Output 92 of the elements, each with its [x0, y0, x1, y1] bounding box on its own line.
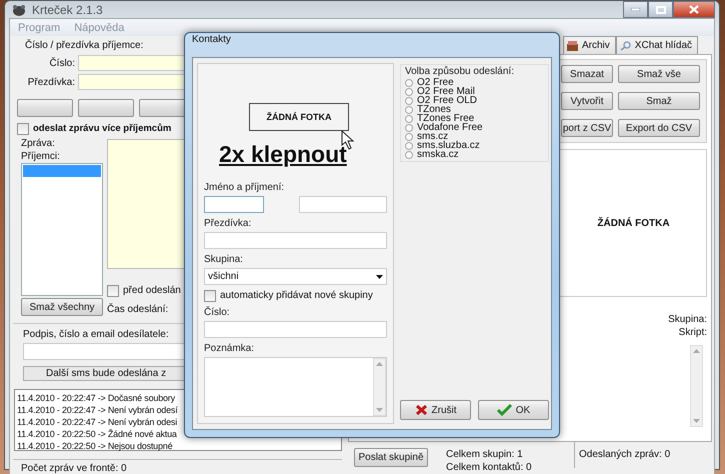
recipients-list[interactable]	[21, 163, 103, 296]
group-label: Skupina:	[204, 253, 243, 266]
group-label: Skupina:	[668, 313, 707, 326]
action-button[interactable]: Smaž	[618, 92, 700, 110]
log-line: 11.4.2010 - 20:22:50 -> Nejsou dostupné	[17, 440, 172, 452]
dropdown-arrow-icon	[376, 274, 383, 278]
clear-all-button[interactable]: Smaž všechny	[21, 298, 103, 316]
radio-button[interactable]	[405, 96, 413, 104]
action-button[interactable]: port z CSV	[561, 119, 613, 137]
method-option: sms.sluzba.cz	[417, 141, 480, 150]
checkbox[interactable]	[107, 284, 119, 296]
first-name-field[interactable]	[204, 196, 264, 213]
blank-button[interactable]	[78, 99, 134, 117]
ok-button[interactable]: OK	[478, 400, 549, 420]
method-option: smska.cz	[417, 150, 459, 159]
note-label: Poznámka:	[204, 342, 254, 355]
log-line: 11.4.2010 - 20:22:47 -> Není vybrán odesí	[17, 404, 178, 416]
no-photo-text: ŽÁDNÁ FOTKA	[596, 218, 671, 228]
tab[interactable]: Archiv	[563, 36, 616, 54]
method-option: sms.cz	[417, 132, 448, 141]
sent-count: Odeslaných zpráv: 0	[579, 448, 670, 461]
method-option: O2 Free Mail	[417, 87, 475, 96]
script-label: Skript:	[678, 326, 707, 339]
close-button[interactable]	[673, 1, 715, 18]
checkbox[interactable]	[17, 122, 29, 134]
window-title: Krteček 2.1.3	[32, 2, 104, 16]
scrollbar[interactable]	[373, 358, 386, 416]
stat-text: Celkem skupin: 1	[446, 448, 523, 461]
checkbox[interactable]	[204, 290, 216, 302]
radio-button[interactable]	[405, 114, 413, 122]
name-label: Jméno a příjmení:	[204, 181, 284, 194]
maximize-icon	[656, 6, 666, 14]
scroll-down-icon[interactable]	[693, 419, 700, 423]
nickname-label: Přezdívka:	[204, 217, 252, 230]
multi-send-label: odeslat zprávu více příjemcům	[33, 122, 172, 135]
radio-button[interactable]	[405, 88, 413, 96]
photo-box[interactable]: ŽÁDNÁ FOTKA	[249, 103, 349, 131]
blank-button[interactable]	[17, 99, 73, 117]
close-icon	[689, 5, 699, 14]
action-button[interactable]: Vytvořit	[561, 92, 613, 110]
radio-button[interactable]	[405, 142, 413, 150]
group-dropdown[interactable]: všichni	[204, 268, 387, 285]
cross-icon	[414, 404, 428, 416]
method-option: O2 Free OLD	[417, 96, 478, 105]
radio-button[interactable]	[405, 106, 413, 114]
send-time-label: Čas odeslání:	[107, 303, 168, 316]
method-label: Volba způsobu odeslání:	[405, 65, 514, 78]
number-label: Číslo:	[204, 306, 230, 319]
action-button[interactable]: Export do CSV	[618, 119, 700, 137]
action-button[interactable]: Smaž vše	[618, 65, 700, 83]
scroll-up-icon[interactable]	[693, 349, 700, 353]
tab[interactable]: XChat hlídač	[616, 36, 698, 54]
message-label: Zpráva:	[21, 137, 56, 150]
log-line: 11.4.2010 - 20:22:47 -> Dočasné soubory	[17, 392, 175, 404]
radio-button[interactable]	[405, 132, 413, 140]
radio-button[interactable]	[405, 78, 413, 86]
method-option: TZones	[417, 105, 451, 114]
number-field[interactable]	[204, 321, 387, 338]
surname-field[interactable]	[299, 196, 387, 213]
number-label: Číslo:	[48, 58, 75, 68]
radio-button[interactable]	[405, 150, 413, 158]
recipient-heading: Číslo / přezdívka příjemce:	[25, 39, 144, 52]
nickname-field[interactable]	[204, 232, 387, 249]
nickname-label: Přezdívka:	[26, 76, 75, 88]
auto-groups-label: automaticky přidávat nové skupiny	[220, 289, 373, 302]
magnifier-icon	[620, 40, 631, 50]
method-option: Vodafone Free	[417, 123, 483, 132]
mole-icon	[11, 2, 27, 16]
stat-text: Celkem kontaktů: 0	[446, 461, 532, 474]
send-group-button[interactable]: Poslat skupině	[354, 448, 428, 467]
minimize-button[interactable]	[623, 1, 648, 18]
sender-label: Podpis, číslo a email odesílatele:	[23, 328, 169, 341]
recipients-label: Příjemci:	[21, 150, 61, 163]
log-line: 11.4.2010 - 20:22:50 -> Žádné nové aktua	[17, 428, 177, 440]
scrollbar[interactable]	[690, 345, 703, 427]
maximize-button[interactable]	[648, 1, 673, 18]
radio-button[interactable]	[405, 124, 413, 132]
cancel-button[interactable]: Zrušit	[400, 400, 471, 420]
scroll-up-icon[interactable]	[376, 362, 383, 366]
note-field[interactable]	[204, 357, 387, 417]
action-button[interactable]: Smazat	[561, 65, 613, 83]
scroll-down-icon[interactable]	[376, 408, 383, 412]
schedule-label: před odeslán	[123, 284, 181, 297]
dialog-title: Kontakty	[192, 33, 231, 46]
method-option: O2 Free	[417, 78, 454, 87]
queue-status: Počet zpráv ve frontě: 0	[21, 463, 127, 474]
check-icon	[496, 404, 512, 416]
method-option: TZones Free	[417, 114, 474, 123]
log-line: 11.4.2010 - 20:22:47 -> Není vybrán odesi	[17, 416, 177, 428]
archive-icon	[567, 40, 578, 50]
double-click-hint: 2x klepnout	[219, 141, 347, 167]
minimize-icon	[631, 8, 640, 11]
